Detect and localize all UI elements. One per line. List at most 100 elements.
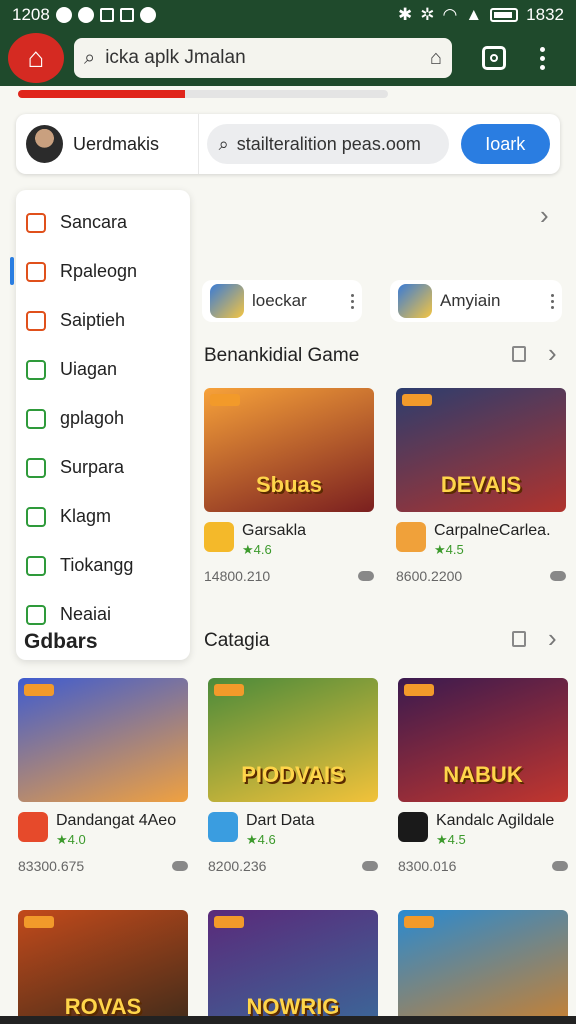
side-menu-item-label: Sancara xyxy=(60,212,128,232)
game-card[interactable]: Dandangat 4Aeo ★4.0 83300.675 xyxy=(18,678,188,874)
game-card[interactable]: ROVAS xyxy=(18,910,188,1024)
side-menu-item[interactable]: Uiagan xyxy=(16,345,190,394)
profile-card: Uerdmakis ⌕ stailteralition peas.oom Ioa… xyxy=(16,114,560,174)
game-rating: ★4.0 xyxy=(56,832,86,847)
side-menu-item[interactable]: Surpara xyxy=(16,443,190,492)
bookmark-icon[interactable] xyxy=(512,631,526,647)
menu-item-icon xyxy=(26,506,46,527)
side-menu-item[interactable]: gplagoh xyxy=(16,394,190,443)
avatar[interactable] xyxy=(26,125,63,163)
thumbnail-badge xyxy=(210,394,240,406)
download-count: 8300.016 xyxy=(398,858,457,874)
game-thumbnail[interactable]: ROVAS xyxy=(18,910,188,1024)
url-field[interactable]: ⌕ stailteralition peas.oom xyxy=(206,124,449,164)
side-menu-item[interactable]: Klagm xyxy=(16,492,190,541)
game-thumbnail[interactable]: PIODVAIS xyxy=(208,678,378,802)
download-count: 14800.210 xyxy=(204,568,271,584)
chevron-right-icon[interactable]: › xyxy=(548,623,557,654)
browser-toolbar: ⌂ ⌕ icka aplk Jmalan ⌂ xyxy=(0,30,576,86)
game-name: Dart Data xyxy=(246,812,315,829)
download-icon[interactable] xyxy=(362,861,378,871)
gallery-icon xyxy=(99,8,114,22)
app-icon xyxy=(398,284,432,318)
side-menu-item-label: gplagoh xyxy=(60,408,125,428)
game-name: Garsakla xyxy=(242,522,307,539)
battery-icon xyxy=(490,8,519,22)
bookmark-icon[interactable] xyxy=(512,346,526,362)
app-icon xyxy=(398,812,428,842)
search-icon: ⌕ xyxy=(84,46,96,69)
app-chip[interactable]: Amyiain xyxy=(390,280,562,322)
thumbnail-badge xyxy=(404,916,434,928)
chevron-right-icon[interactable]: › xyxy=(548,338,557,369)
app-icon xyxy=(210,284,244,318)
game-thumbnail[interactable]: DEVAIS xyxy=(396,388,566,512)
address-search-bar[interactable]: ⌕ icka aplk Jmalan ⌂ xyxy=(74,38,452,78)
card-meta: Dandangat 4Aeo ★4.0 xyxy=(18,812,188,848)
download-icon[interactable] xyxy=(358,571,374,581)
side-menu-item-label: Uiagan xyxy=(60,359,118,379)
menu-item-icon xyxy=(26,212,46,233)
app-chip-label: loeckar xyxy=(252,291,307,310)
card-stats: 8200.236 xyxy=(208,858,378,874)
game-card[interactable]: PIODVAIS Dart Data ★4.6 8200.236 xyxy=(208,678,378,874)
card-stats: 83300.675 xyxy=(18,858,188,874)
card-stats: 8300.016 xyxy=(398,858,568,874)
game-thumbnail[interactable]: NOWRIG xyxy=(208,910,378,1024)
card-meta: Dart Data ★4.6 xyxy=(208,812,378,848)
side-menu-item[interactable]: Tiokangg xyxy=(16,541,190,590)
game-thumbnail[interactable]: Sbuas xyxy=(204,388,374,512)
side-menu-item-label: Rpaleogn xyxy=(60,261,138,281)
game-name: Kandalc Agildale xyxy=(436,812,555,829)
thumbnail-badge xyxy=(404,684,434,696)
card-meta: CarpalneCarlea. ★4.5 xyxy=(396,522,566,558)
menu-item-icon xyxy=(26,408,46,429)
thumbnail-badge xyxy=(214,684,244,696)
overflow-menu-button[interactable] xyxy=(540,46,545,70)
chevron-right-icon[interactable]: › xyxy=(540,200,549,231)
game-card[interactable]: NOWRIG xyxy=(208,910,378,1024)
chat-icon xyxy=(77,7,94,23)
download-count: 8200.236 xyxy=(208,858,267,874)
app-icon xyxy=(208,812,238,842)
app-logo-icon[interactable]: ⌂ xyxy=(8,33,64,83)
game-card[interactable]: Sbuas Garsakla ★4.6 14800.210 xyxy=(204,388,374,584)
thumbnail-badge xyxy=(24,684,54,696)
side-menu-item[interactable]: Sancara xyxy=(16,198,190,247)
section-title: Benankidial Game xyxy=(204,345,360,366)
more-icon[interactable] xyxy=(351,293,354,309)
download-icon[interactable] xyxy=(550,571,566,581)
status-clock: 1832 xyxy=(526,5,564,24)
game-card[interactable]: DEVAIS CarpalneCarlea. ★4.5 8600.2200 xyxy=(396,388,566,584)
menu-item-icon xyxy=(26,457,46,478)
game-thumbnail[interactable] xyxy=(18,678,188,802)
side-menu-item-label: Neaiai xyxy=(60,604,112,624)
side-menu-item[interactable]: Rpaleogn xyxy=(10,247,190,296)
side-menu-footer: Gdbars xyxy=(24,630,98,653)
navigation-bar xyxy=(0,1016,576,1024)
side-menu-item-label: Surpara xyxy=(60,457,125,477)
search-input[interactable]: icka aplk Jmalan xyxy=(105,47,420,69)
game-card[interactable]: NABUK Kandalc Agildale ★4.5 8300.016 xyxy=(398,678,568,874)
download-count: 83300.675 xyxy=(18,858,85,874)
game-card[interactable] xyxy=(398,910,568,1024)
download-icon[interactable] xyxy=(172,861,188,871)
download-count: 8600.2200 xyxy=(396,568,463,584)
side-menu-item[interactable]: Saiptieh xyxy=(16,296,190,345)
search-icon: ⌕ xyxy=(218,133,229,154)
thumbnail-badge xyxy=(402,394,432,406)
app-chip[interactable]: loeckar xyxy=(202,280,362,322)
tabs-button[interactable] xyxy=(482,46,506,70)
game-thumbnail[interactable] xyxy=(398,910,568,1024)
image-icon xyxy=(119,8,134,22)
home-icon[interactable]: ⌂ xyxy=(430,47,442,70)
thumbnail-art-text: PIODVAIS xyxy=(241,762,345,787)
download-icon[interactable] xyxy=(552,861,568,871)
more-icon[interactable] xyxy=(551,293,554,309)
menu-item-icon xyxy=(26,310,46,331)
load-button[interactable]: Ioark xyxy=(460,124,550,164)
game-thumbnail[interactable]: NABUK xyxy=(398,678,568,802)
game-rating: ★4.5 xyxy=(434,542,464,557)
menu-item-icon xyxy=(26,604,46,625)
progress-fill xyxy=(18,90,185,98)
